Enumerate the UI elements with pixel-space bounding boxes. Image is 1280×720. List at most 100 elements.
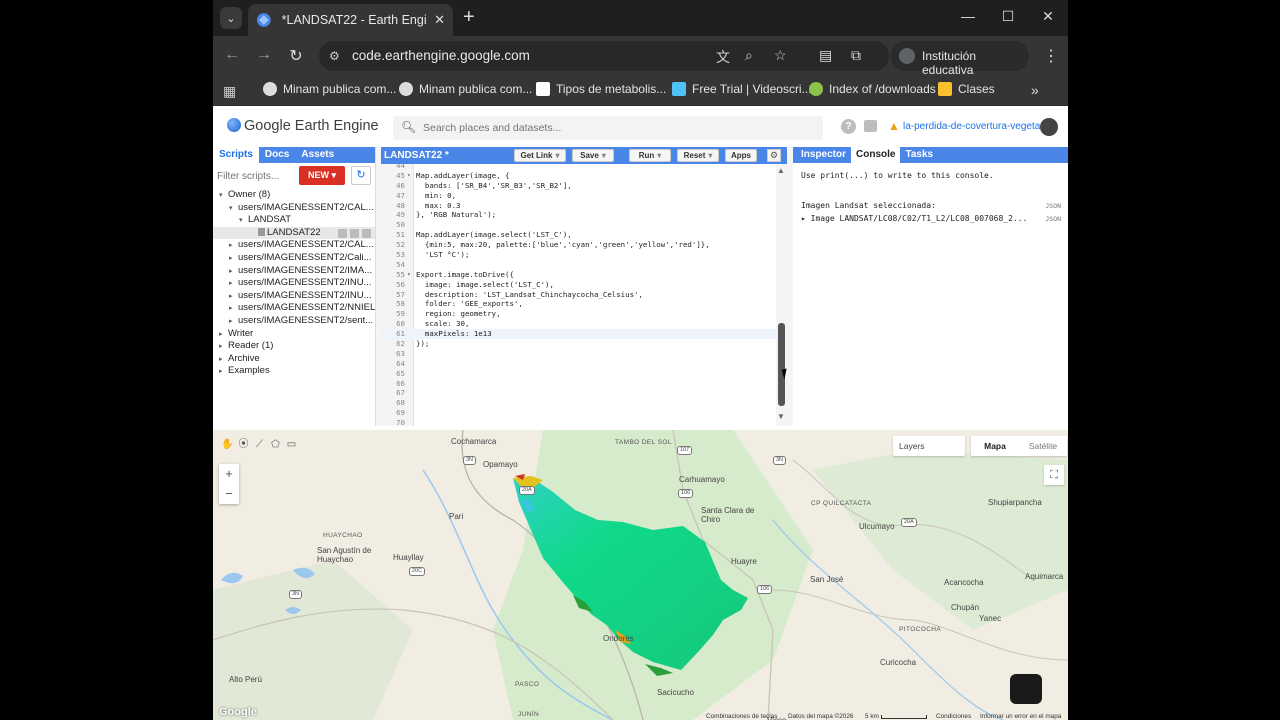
code-line[interactable]: 63 [381,349,776,359]
tab-search-button[interactable]: ⌄ [220,7,242,29]
refresh-icon[interactable]: ↻ [351,166,371,185]
tree-folder[interactable]: ▸ users/IMAGENESSENT2/Cali... [213,252,375,265]
code-line[interactable]: 65 [381,369,776,379]
user-avatar[interactable] [1040,118,1058,136]
expand-down-icon[interactable]: ▾ [239,216,248,224]
expand-right-icon[interactable]: ▸ [229,292,238,300]
code-line[interactable]: 68 [381,398,776,408]
zoom-icon[interactable]: ⌕ [745,47,753,64]
bookmark-star-icon[interactable]: ☆ [774,47,787,64]
maximize-icon[interactable]: ☐ [998,8,1018,25]
map-type-satellite[interactable]: Satélite [1019,436,1067,456]
code-line[interactable]: 48 max: 0.3 [381,201,776,211]
point-tool-icon[interactable]: ⦿ [237,439,250,451]
expand-right-icon[interactable]: ▸ [229,254,238,262]
more-bookmarks-icon[interactable]: » [1031,82,1039,98]
tab-inspector[interactable]: Inspector [796,147,851,163]
apps-grid-icon[interactable]: ▦ [223,83,236,100]
tree-folder[interactable]: ▸ users/IMAGENESSENT2/CAL... [213,239,375,252]
tree-folder[interactable]: ▸ users/IMAGENESSENT2/INU... [213,290,375,303]
code-line[interactable]: 70 [381,418,776,428]
hand-tool-icon[interactable]: ✋ [221,439,234,451]
expand-right-icon[interactable]: ▸ [229,304,238,312]
code-line[interactable]: 46 bands: ['SR_B4','SR_B3','SR_B2'], [381,181,776,191]
map-canvas[interactable]: ✋ ⦿ ⟋ ⬠ ▭ + − Layers Mapa Satélite ⛶ Coc… [213,430,1068,720]
code-line[interactable]: 44 [381,161,776,171]
script-file[interactable]: LANDSAT22 [213,226,375,240]
expand-down-icon[interactable]: ▾ [219,191,228,199]
expand-right-icon[interactable]: ▸ [219,342,228,350]
tree-folder[interactable]: ▸ users/IMAGENESSENT2/NNIEL [213,302,375,315]
expand-down-icon[interactable]: ▾ [229,204,238,212]
tab-scripts[interactable]: Scripts [213,147,259,163]
code-line[interactable]: 53 'LST °C'); [381,250,776,260]
active-tab[interactable]: *LANDSAT22 - Earth Engine Code Editor ✕ [248,4,453,36]
minimize-icon[interactable]: — [958,8,978,24]
json-link[interactable]: JSON [1045,215,1061,223]
code-area[interactable]: 44 45 ▾ Map.addLayer(image, {46 bands: ['SR… [381,161,776,428]
project-name[interactable]: la-perdida-de-covertura-vegeta [903,121,1040,132]
delete-icon[interactable] [362,228,371,238]
fullscreen-icon[interactable]: ⛶ [1044,465,1064,485]
new-script-button[interactable]: NEW ▾ [299,166,345,185]
layers-button[interactable]: Layers [893,436,965,456]
rectangle-tool-icon[interactable]: ▭ [285,439,298,451]
code-line[interactable]: 64 [381,359,776,369]
bookmark-2[interactable]: Minam publica com... [399,82,532,96]
tree-folder[interactable]: ▸ Examples [213,365,375,378]
tree-folder[interactable]: ▾ Owner (8) [213,189,375,202]
reading-list-icon[interactable]: ▤ [819,47,832,64]
fold-arrow-icon[interactable]: ▾ [407,270,411,280]
editor-scrollbar[interactable]: ▲ ▼ [776,164,787,426]
scroll-thumb[interactable] [778,323,785,406]
history-icon[interactable] [338,228,347,238]
translate-icon[interactable]: 文 [716,47,730,67]
code-line[interactable]: 50 [381,220,776,230]
expand-right-icon[interactable]: ▸ [219,330,228,338]
filter-scripts-input[interactable] [217,167,297,185]
expand-right-icon[interactable]: ▸ [229,241,238,249]
tab-console[interactable]: Console [851,147,901,163]
search-box[interactable]: 🔍︎ [393,116,823,140]
report-error-link[interactable]: Informar un error en el mapa [980,713,1061,720]
zoom-in-button[interactable]: + [219,464,239,484]
map-type-map[interactable]: Mapa [971,436,1019,456]
code-line[interactable]: 69 [381,408,776,418]
polygon-tool-icon[interactable]: ⬠ [269,439,282,451]
code-line[interactable]: 67 [381,388,776,398]
code-line[interactable]: 60 scale: 30, [381,319,776,329]
tab-assets[interactable]: Assets [295,147,340,163]
console-log-entry[interactable]: ▸ Image LANDSAT/LC08/C02/T1_L2/LC08_0070… [801,214,1061,223]
feedback-icon[interactable] [864,120,877,132]
new-tab-icon[interactable]: + [463,6,475,28]
code-line[interactable]: 62}); [381,339,776,349]
expand-right-icon[interactable]: ▸ [219,367,228,375]
code-line[interactable]: 51 Map.addLayer(image.select('LST_C'), [381,230,776,240]
code-line[interactable]: 57 description: 'LST_Landsat_Chinchaycoc… [381,290,776,300]
code-line[interactable]: 55 ▾ Export.image.toDrive({ [381,270,776,280]
fold-arrow-icon[interactable]: ▾ [407,171,411,181]
bookmark-3[interactable]: Tipos de metabolis... [536,82,666,96]
tab-docs[interactable]: Docs [259,147,295,163]
bookmark-6[interactable]: Clases [938,82,995,96]
tree-folder[interactable]: ▸ users/IMAGENESSENT2/sent... [213,315,375,328]
bookmark-1[interactable]: Minam publica com... [263,82,396,96]
json-link[interactable]: JSON [1045,202,1061,210]
tree-folder[interactable]: ▸ users/IMAGENESSENT2/INU... [213,277,375,290]
help-icon[interactable]: ? [841,119,856,134]
expand-right-icon[interactable]: ▸ [229,317,238,325]
scroll-up-icon[interactable]: ▲ [777,166,785,175]
address-bar[interactable]: ⚙ code.earthengine.google.com 文 ⌕ ☆ [319,41,889,71]
tree-folder[interactable]: ▸ Reader (1) [213,340,375,353]
code-line[interactable]: 47 min: 0, [381,191,776,201]
expand-right-icon[interactable]: ▸ [229,267,238,275]
expand-right-icon[interactable]: ▸ [219,355,228,363]
line-tool-icon[interactable]: ⟋ [253,439,266,451]
code-line[interactable]: 61 maxPixels: 1e13 [381,329,776,340]
tab-tasks[interactable]: Tasks [900,147,938,163]
code-line[interactable]: 56 image: image.select('LST_C'), [381,280,776,290]
scroll-down-icon[interactable]: ▼ [777,412,785,421]
tree-folder[interactable]: ▸ Writer [213,328,375,341]
tree-folder[interactable]: ▾ users/IMAGENESSENT2/CAL... [213,202,375,215]
search-input[interactable] [423,116,813,140]
